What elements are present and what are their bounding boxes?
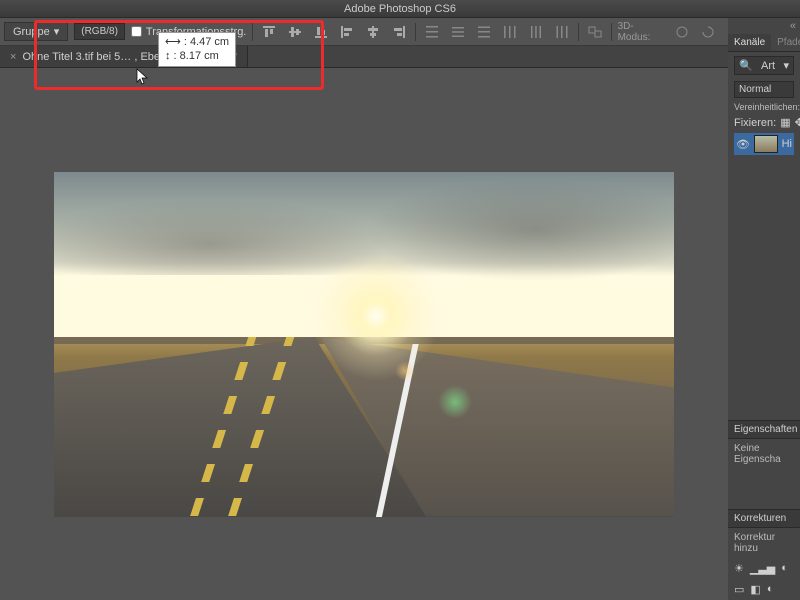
app-titlebar: Adobe Photoshop CS6 — [0, 0, 800, 18]
distribute-horizontal-icon[interactable] — [526, 22, 546, 42]
properties-panel-title[interactable]: Eigenschaften — [728, 420, 800, 439]
photo-filter-icon[interactable]: ◐ — [767, 583, 774, 596]
distribute-top-icon[interactable] — [422, 22, 442, 42]
layer-row[interactable]: 👁 Hi — [734, 133, 794, 155]
layer-kind-label: Art — [761, 60, 775, 72]
corrections-icons-row-2: ▭ ◧ ◐ — [728, 579, 800, 600]
vibrance-icon[interactable]: ▭ — [734, 583, 744, 596]
hue-saturation-icon[interactable]: ◧ — [750, 583, 760, 596]
lock-row: Fixieren: ▦ ✥ — [734, 116, 794, 129]
align-left-edges-icon[interactable] — [337, 22, 357, 42]
cursor-arrow-icon — [136, 68, 150, 86]
corrections-icons-row: ☀ ▁▃▅ ◐ — [728, 558, 800, 579]
orbit-3d-icon[interactable] — [672, 22, 692, 42]
roll-3d-icon[interactable] — [698, 22, 718, 42]
mode-3d-label: 3D-Modus: — [618, 21, 667, 43]
distribute-vertical-icon[interactable] — [448, 22, 468, 42]
distribute-right-icon[interactable] — [552, 22, 572, 42]
layer-kind-dropdown[interactable]: 🔍 Art ▾ — [734, 56, 794, 75]
properties-panel-body: Keine Eigenscha — [728, 439, 800, 469]
align-right-edges-icon[interactable] — [389, 22, 409, 42]
separator — [578, 23, 579, 41]
paths-tab[interactable]: Pfade — [771, 34, 800, 51]
close-tab-icon[interactable]: × — [10, 51, 16, 63]
separator — [415, 23, 416, 41]
layers-panel-tabs: Kanäle Pfade — [728, 34, 800, 52]
auto-align-layers-icon[interactable] — [585, 22, 605, 42]
tooltip-height: ↕ : 8.17 cm — [165, 49, 229, 63]
visibility-eye-icon[interactable]: 👁 — [736, 138, 750, 151]
lock-position-icon[interactable]: ✥ — [795, 116, 800, 129]
layers-panel-body: 🔍 Art ▾ Normal Vereinheitlichen: Fixiere… — [728, 52, 800, 159]
distribute-bottom-icon[interactable] — [474, 22, 494, 42]
layer-name: Hi — [782, 138, 792, 150]
exposure-icon[interactable]: ◐ — [781, 562, 788, 575]
layer-thumbnail[interactable] — [754, 135, 778, 153]
unify-row: Vereinheitlichen: — [734, 102, 794, 112]
tooltip-width: ⟷ : 4.47 cm — [165, 35, 229, 49]
panels-column: « Kanäle Pfade 🔍 Art ▾ Normal Vereinheit… — [728, 18, 800, 600]
chevron-down-icon: ▾ — [783, 59, 789, 72]
align-horizontal-centers-icon[interactable] — [363, 22, 383, 42]
channels-tab[interactable]: Kanäle — [728, 34, 771, 51]
separator — [611, 23, 612, 41]
dimensions-tooltip: ⟷ : 4.47 cm ↕ : 8.17 cm — [158, 32, 236, 67]
levels-icon[interactable]: ▁▃▅ — [750, 562, 775, 575]
distribute-left-icon[interactable] — [500, 22, 520, 42]
canvas-image — [54, 172, 674, 517]
corrections-panel-title[interactable]: Korrekturen — [728, 509, 800, 528]
lock-pixels-icon[interactable]: ▦ — [780, 116, 790, 129]
brightness-contrast-icon[interactable]: ☀ — [734, 562, 744, 575]
panel-collapse-icon[interactable]: « — [790, 20, 796, 32]
blend-mode-dropdown[interactable]: Normal — [734, 81, 794, 98]
canvas-area[interactable] — [0, 68, 728, 600]
corrections-add-label: Korrektur hinzu — [728, 528, 800, 558]
